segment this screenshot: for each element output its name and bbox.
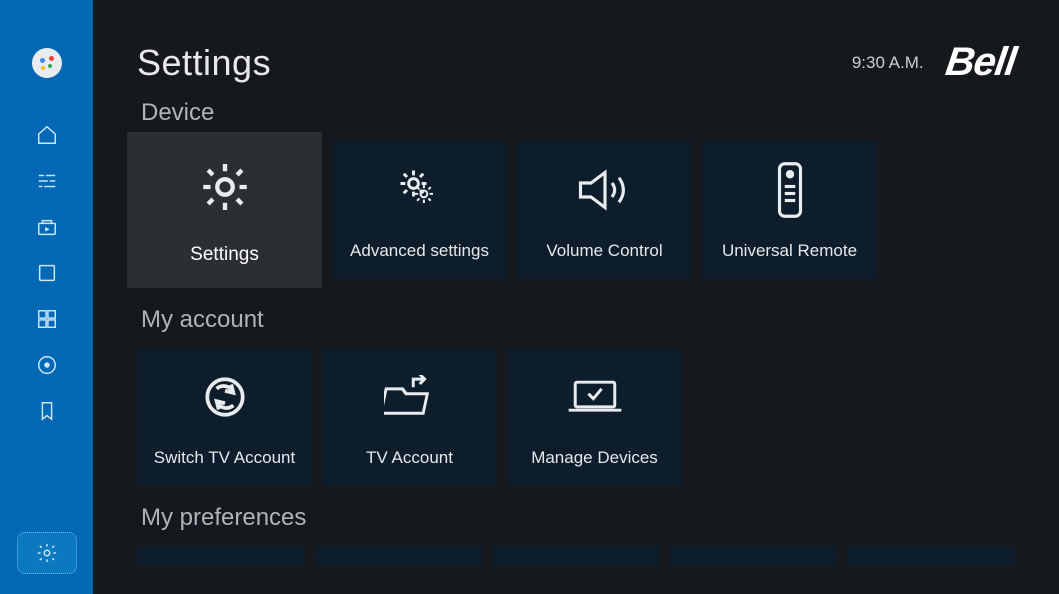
apps-icon[interactable]: [35, 307, 59, 331]
page-title: Settings: [137, 42, 271, 84]
pref-tile[interactable]: [670, 546, 838, 566]
clock: 9:30 A.M.: [852, 53, 924, 73]
tile-label: Switch TV Account: [154, 448, 295, 468]
tile-universal-remote[interactable]: Universal Remote: [702, 141, 877, 279]
main-content: Settings 9:30 A.M. Bell Device Settings …: [93, 0, 1059, 594]
section-account-title: My account: [141, 306, 1015, 334]
tile-advanced-settings[interactable]: Advanced settings: [332, 141, 507, 279]
laptop-check-icon: [567, 348, 623, 430]
live-icon[interactable]: [35, 353, 59, 377]
remote-icon: [775, 141, 805, 223]
pref-tile[interactable]: [315, 546, 483, 566]
refresh-icon: [200, 348, 250, 430]
section-device-title: Device: [141, 99, 1015, 127]
bookmark-icon[interactable]: [35, 399, 59, 423]
tile-settings[interactable]: Settings: [127, 132, 322, 288]
assistant-icon[interactable]: [32, 48, 62, 78]
header: Settings 9:30 A.M. Bell: [137, 40, 1015, 85]
assistant-dots-icon: [40, 56, 54, 70]
guide-icon[interactable]: [35, 169, 59, 193]
section-preferences-title: My preferences: [141, 504, 1015, 532]
sidebar-settings-button[interactable]: [17, 532, 77, 574]
recordings-icon[interactable]: [35, 261, 59, 285]
pref-tile[interactable]: [137, 546, 305, 566]
tile-manage-devices[interactable]: Manage Devices: [507, 348, 682, 486]
folder-arrow-icon: [384, 348, 436, 430]
sidebar: [0, 0, 93, 594]
tile-label: Volume Control: [546, 241, 662, 261]
tile-volume-control[interactable]: Volume Control: [517, 141, 692, 279]
tile-label: Settings: [190, 244, 259, 266]
device-tile-row: Settings Advanced settings Volume Contro…: [137, 141, 1015, 288]
pref-tile[interactable]: [847, 546, 1015, 566]
tile-label: Manage Devices: [531, 448, 658, 468]
tile-label: Advanced settings: [350, 241, 489, 261]
gears-icon: [394, 141, 446, 223]
preferences-tile-row: [137, 546, 1015, 566]
ondemand-icon[interactable]: [35, 215, 59, 239]
tile-switch-tv-account[interactable]: Switch TV Account: [137, 348, 312, 486]
tile-label: Universal Remote: [722, 241, 857, 261]
volume-icon: [577, 141, 633, 223]
tile-tv-account[interactable]: TV Account: [322, 348, 497, 486]
header-right: 9:30 A.M. Bell: [852, 40, 1015, 85]
account-tile-row: Switch TV Account TV Account Manage Devi…: [137, 348, 1015, 486]
pref-tile[interactable]: [492, 546, 660, 566]
home-icon[interactable]: [35, 123, 59, 147]
tile-label: TV Account: [366, 448, 453, 468]
gear-icon: [196, 132, 254, 226]
brand-logo: Bell: [942, 40, 1018, 85]
